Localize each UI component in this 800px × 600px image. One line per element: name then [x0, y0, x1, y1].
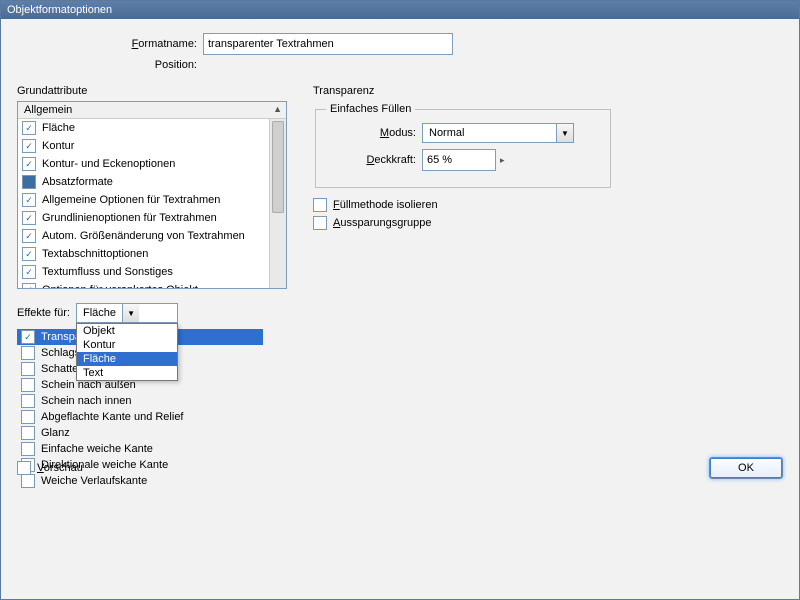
list-item-label: Textumfluss und Sonstiges: [42, 266, 173, 278]
window-title: Objektformatoptionen: [7, 4, 112, 16]
checkbox[interactable]: [22, 265, 36, 279]
scrollbar[interactable]: [269, 119, 286, 288]
effect-item[interactable]: Einfache weiche Kante: [17, 441, 263, 457]
checkbox[interactable]: [21, 378, 35, 392]
mode-select[interactable]: Normal ▼: [422, 123, 574, 143]
list-item[interactable]: Allgemeine Optionen für Textrahmen: [18, 191, 286, 209]
checkbox[interactable]: [21, 330, 35, 344]
checkbox[interactable]: [22, 211, 36, 225]
checkbox[interactable]: [22, 175, 36, 189]
list-item[interactable]: Textumfluss und Sonstiges: [18, 263, 286, 281]
list-item-label: Absatzformate: [42, 176, 113, 188]
list-item[interactable]: Absatzformate: [18, 173, 286, 191]
checkbox[interactable]: [21, 362, 35, 376]
knockout-group-label: Aussparungsgruppe: [333, 217, 431, 229]
list-item-label: Allgemeine Optionen für Textrahmen: [42, 194, 220, 206]
dropdown-item[interactable]: Fläche: [77, 352, 177, 366]
transparency-title: Transparenz: [313, 85, 613, 97]
checkbox[interactable]: [22, 193, 36, 207]
attribute-list-header[interactable]: Allgemein▲: [18, 102, 286, 119]
checkbox[interactable]: [22, 139, 36, 153]
list-item[interactable]: Kontur- und Eckenoptionen: [18, 155, 286, 173]
checkbox[interactable]: [22, 247, 36, 261]
checkbox[interactable]: [21, 410, 35, 424]
dialog-footer: Vorschau OK: [17, 457, 783, 479]
isolate-blending-label: Füllmethode isolieren: [333, 199, 438, 211]
checkbox[interactable]: [21, 394, 35, 408]
effect-label: Abgeflachte Kante und Relief: [41, 411, 184, 423]
effects-dropdown[interactable]: ObjektKonturFlächeText: [76, 323, 178, 381]
opacity-slider-icon[interactable]: ▸: [500, 155, 505, 166]
basic-fill-legend: Einfaches Füllen: [326, 103, 415, 115]
preview-checkbox[interactable]: [17, 461, 31, 475]
list-item-label: Fläche: [42, 122, 75, 134]
knockout-group-checkbox[interactable]: [313, 216, 327, 230]
grundattribute-panel: Grundattribute Allgemein▲ FlächeKonturKo…: [17, 75, 287, 489]
dialog-window: Objektformatoptionen Formatname: Positio…: [0, 0, 800, 600]
ok-button[interactable]: OK: [709, 457, 783, 479]
checkbox[interactable]: [22, 157, 36, 171]
effects-for-combo[interactable]: Fläche ▼ ObjektKonturFlächeText: [76, 303, 178, 323]
list-item-label: Optionen für verankertes Objekt: [42, 284, 198, 288]
checkbox[interactable]: [22, 283, 36, 288]
dropdown-item[interactable]: Kontur: [77, 338, 177, 352]
effect-item[interactable]: Schein nach innen: [17, 393, 263, 409]
effect-label: Glanz: [41, 427, 70, 439]
list-item[interactable]: Autom. Größenänderung von Textrahmen: [18, 227, 286, 245]
effect-item[interactable]: Glanz: [17, 425, 263, 441]
basic-fill-fieldset: Einfaches Füllen Modus: Normal ▼ Deckkra…: [315, 103, 611, 188]
grundattribute-title: Grundattribute: [17, 85, 287, 97]
checkbox[interactable]: [21, 346, 35, 360]
list-item-label: Grundlinienoptionen für Textrahmen: [42, 212, 217, 224]
list-item[interactable]: Fläche: [18, 119, 286, 137]
chevron-down-icon[interactable]: ▼: [556, 124, 573, 142]
scrollbar-thumb[interactable]: [272, 121, 284, 213]
transparency-panel: Transparenz Einfaches Füllen Modus: Norm…: [313, 75, 613, 234]
titlebar: Objektformatoptionen: [1, 1, 799, 19]
position-label: Position:: [107, 59, 197, 71]
attribute-list[interactable]: Allgemein▲ Fläche Kontur Kontur- und Ecken…: [17, 101, 287, 289]
chevron-down-icon[interactable]: ▼: [122, 304, 139, 322]
list-item-label: Kontur- und Eckenoptionen: [42, 158, 175, 170]
list-item[interactable]: Optionen für verankertes Objekt: [18, 281, 286, 288]
list-item-label: Textabschnittoptionen: [42, 248, 148, 260]
content: Formatname: Position: Grundattribute All…: [1, 19, 799, 489]
effect-label: Einfache weiche Kante: [41, 443, 153, 455]
effects-for-label: Effekte für:: [17, 307, 70, 319]
opacity-input[interactable]: [422, 149, 496, 171]
formatname-input[interactable]: [203, 33, 453, 55]
list-item[interactable]: Kontur: [18, 137, 286, 155]
dropdown-item[interactable]: Text: [77, 366, 177, 380]
preview-label: Vorschau: [37, 462, 83, 474]
list-item[interactable]: Textabschnittoptionen: [18, 245, 286, 263]
list-item-label: Kontur: [42, 140, 74, 152]
effect-item[interactable]: Abgeflachte Kante und Relief: [17, 409, 263, 425]
checkbox[interactable]: [22, 121, 36, 135]
mode-label: Modus:: [326, 127, 416, 139]
opacity-label: Deckkraft:: [326, 154, 416, 166]
checkbox[interactable]: [22, 229, 36, 243]
isolate-blending-checkbox[interactable]: [313, 198, 327, 212]
list-item-label: Autom. Größenänderung von Textrahmen: [42, 230, 245, 242]
formatname-label: Formatname:: [107, 38, 197, 50]
dropdown-item[interactable]: Objekt: [77, 324, 177, 338]
checkbox[interactable]: [21, 426, 35, 440]
list-item[interactable]: Grundlinienoptionen für Textrahmen: [18, 209, 286, 227]
chevron-up-icon: ▲: [273, 104, 282, 114]
checkbox[interactable]: [21, 442, 35, 456]
effect-label: Schein nach innen: [41, 395, 132, 407]
